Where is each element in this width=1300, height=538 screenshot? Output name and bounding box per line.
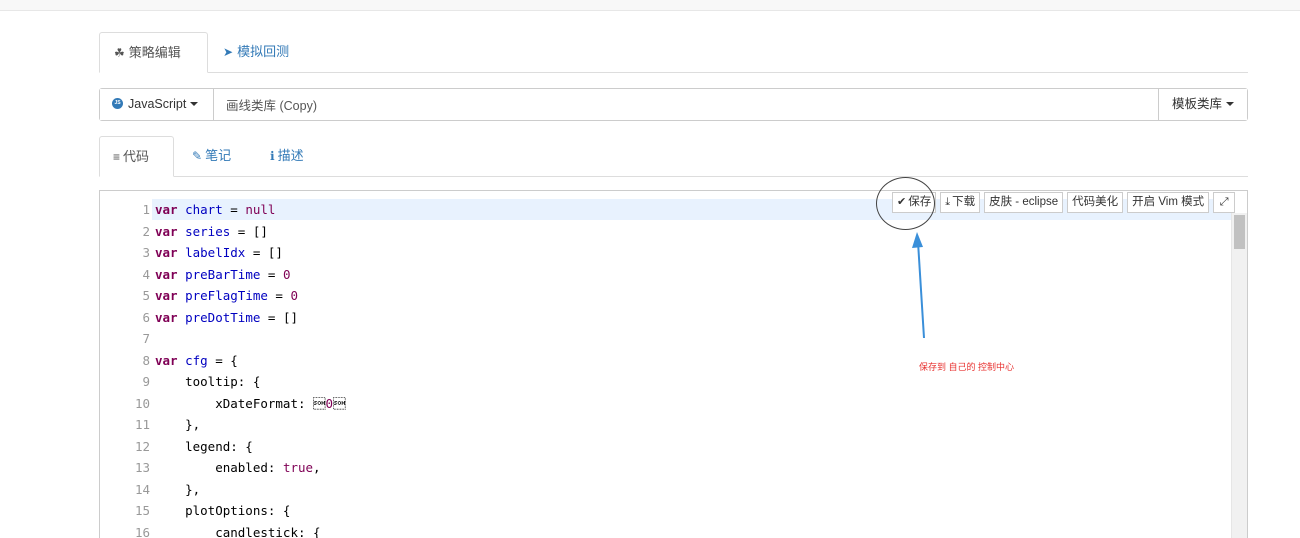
- code-line[interactable]: 6 var preDotTime = []: [100, 307, 1232, 329]
- rocket-icon: ➤: [223, 45, 234, 59]
- code-text[interactable]: var series = []: [155, 221, 268, 243]
- code-text[interactable]: xDateFormat: 0: [155, 393, 345, 415]
- code-line[interactable]: 7: [100, 328, 1232, 350]
- code-line[interactable]: 3 var labelIdx = []: [100, 242, 1232, 264]
- code-text[interactable]: },: [155, 479, 200, 501]
- code-text[interactable]: var preDotTime = []: [155, 307, 298, 329]
- line-number: 14: [134, 481, 150, 497]
- edit-icon: ✎: [192, 149, 203, 163]
- top-navbar: [0, 0, 1300, 11]
- code-lines[interactable]: 1 var chart = null 2 var series = [] 3 var la…: [100, 199, 1232, 538]
- cubes-icon: ☘: [114, 46, 125, 60]
- tab-backtest[interactable]: ➤ 模拟回测: [209, 32, 303, 73]
- line-number: 9: [142, 374, 150, 389]
- code-text[interactable]: candlestick: {: [155, 522, 320, 538]
- fullscreen-icon[interactable]: ⤢: [1213, 192, 1236, 213]
- scrollbar-thumb[interactable]: [1234, 215, 1245, 249]
- tab-label: 模拟回测: [237, 44, 290, 59]
- javascript-icon: [112, 98, 123, 109]
- code-text[interactable]: tooltip: {: [155, 371, 260, 393]
- code-line[interactable]: 11 },: [100, 414, 1232, 436]
- strategy-header-bar: JavaScript 模板类库: [99, 88, 1248, 121]
- template-label: 模板类库: [1171, 97, 1222, 111]
- language-dropdown[interactable]: JavaScript: [100, 89, 214, 120]
- code-text[interactable]: },: [155, 414, 200, 436]
- language-label: JavaScript: [128, 97, 187, 111]
- tab-code[interactable]: ≡ 代码: [99, 136, 174, 177]
- tab-label: 描述: [277, 148, 304, 163]
- line-number: 7: [142, 331, 150, 346]
- line-number: 16: [134, 524, 150, 538]
- code-line[interactable]: 10 xDateFormat: 0: [100, 393, 1232, 415]
- line-number: 13: [134, 460, 150, 475]
- tab-notes[interactable]: ✎ 笔记: [192, 136, 231, 177]
- main-tabs: ☘ 策略编辑 ➤ 模拟回测: [99, 32, 1248, 73]
- code-line[interactable]: 4 var preBarTime = 0: [100, 264, 1232, 286]
- download-icon: ⤓: [945, 196, 951, 208]
- line-number: 8: [142, 352, 150, 368]
- tab-strategy-edit[interactable]: ☘ 策略编辑: [99, 32, 208, 73]
- code-line[interactable]: 16 candlestick: {: [100, 522, 1232, 538]
- caret-down-icon: [1226, 102, 1234, 106]
- code-line[interactable]: 12 legend: {: [100, 436, 1232, 458]
- list-icon: ≡: [113, 150, 121, 164]
- code-text[interactable]: enabled: true,: [155, 457, 320, 479]
- line-number: 3: [142, 245, 150, 260]
- line-number: 10: [134, 395, 150, 411]
- line-number: 6: [142, 309, 150, 325]
- code-line[interactable]: 14 },: [100, 479, 1232, 501]
- editor-scrollbar[interactable]: [1231, 213, 1247, 538]
- code-line[interactable]: 8 var cfg = {: [100, 350, 1232, 372]
- line-number: 11: [134, 417, 150, 432]
- code-text[interactable]: var labelIdx = []: [155, 242, 283, 264]
- tab-description[interactable]: ℹ 描述: [270, 136, 304, 177]
- code-text[interactable]: var preBarTime = 0: [155, 264, 290, 286]
- code-text[interactable]: var cfg = {: [155, 350, 238, 372]
- editor-toolbar: ✔ 保存 ⤓ 下载 皮肤 - eclipse 代码美化 开启 Vim 模式 ⤢: [892, 192, 1236, 213]
- vim-mode-button[interactable]: 开启 Vim 模式: [1127, 192, 1210, 213]
- line-number: 4: [142, 266, 150, 282]
- download-button[interactable]: ⤓ 下载: [940, 192, 981, 213]
- code-text[interactable]: var chart = null: [155, 199, 275, 221]
- line-number: 5: [142, 288, 150, 303]
- info-icon: ℹ: [270, 149, 275, 163]
- code-text[interactable]: var preFlagTime = 0: [155, 285, 298, 307]
- line-number: 2: [142, 223, 150, 239]
- code-line[interactable]: 2 var series = []: [100, 221, 1232, 243]
- beautify-button[interactable]: 代码美化: [1067, 192, 1124, 213]
- code-line[interactable]: 13 enabled: true,: [100, 457, 1232, 479]
- save-button[interactable]: ✔ 保存: [892, 192, 937, 213]
- line-number: 15: [134, 503, 150, 518]
- download-label: 下载: [952, 196, 976, 208]
- code-line[interactable]: 9 tooltip: {: [100, 371, 1232, 393]
- tab-label: 代码: [123, 149, 150, 164]
- skin-button[interactable]: 皮肤 - eclipse: [984, 192, 1064, 213]
- annotation-text: 保存到 自己的 控制中心: [919, 362, 1015, 372]
- caret-down-icon: [190, 102, 199, 106]
- strategy-name-input[interactable]: [214, 89, 1158, 120]
- check-icon: ✔: [897, 196, 907, 208]
- line-number: 1: [142, 202, 150, 217]
- line-number: 12: [134, 438, 150, 454]
- code-editor[interactable]: 1 var chart = null 2 var series = [] 3 var la…: [99, 190, 1248, 538]
- code-line[interactable]: 15 plotOptions: {: [100, 500, 1232, 522]
- code-line[interactable]: 5 var preFlagTime = 0: [100, 285, 1232, 307]
- editor-sub-tabs: ≡ 代码 ✎ 笔记 ℹ 描述: [99, 136, 1248, 177]
- code-text[interactable]: legend: {: [155, 436, 253, 458]
- annotation-arrow: [912, 232, 925, 339]
- save-label: 保存: [908, 196, 932, 208]
- code-text[interactable]: plotOptions: {: [155, 500, 290, 522]
- template-library-dropdown[interactable]: 模板类库: [1158, 89, 1247, 120]
- tab-label: 策略编辑: [128, 45, 181, 60]
- tab-label: 笔记: [205, 148, 232, 163]
